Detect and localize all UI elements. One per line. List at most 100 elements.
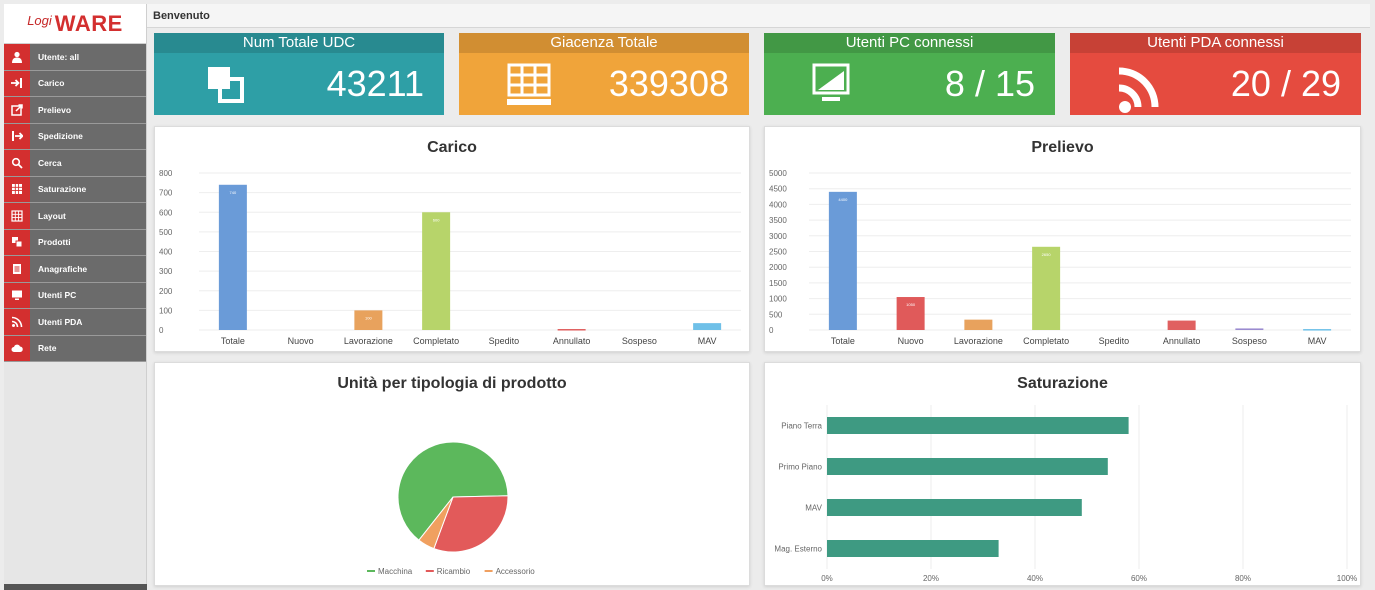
bar xyxy=(827,540,999,557)
sidebar-item-prodotti[interactable]: Prodotti xyxy=(4,229,146,256)
y-tick-label: 800 xyxy=(159,169,173,178)
y-tick-label: Mag. Esterno xyxy=(774,545,822,554)
bar xyxy=(964,319,993,330)
sidebar-item-cerca[interactable]: Cerca xyxy=(4,150,146,177)
sidebar-item-layout[interactable]: Layout xyxy=(4,203,146,230)
bar xyxy=(1303,329,1332,331)
x-tick-label: Completato xyxy=(413,336,459,346)
sidebar-item-label: Utenti PC xyxy=(30,282,146,308)
x-tick-label: 100% xyxy=(1337,574,1357,583)
sidebar-item-utenti-pc[interactable]: Utenti PC xyxy=(4,282,146,309)
x-tick-label: Sospeso xyxy=(622,336,657,346)
y-tick-label: 4000 xyxy=(769,200,787,209)
bar xyxy=(557,329,586,331)
y-tick-label: Primo Piano xyxy=(778,463,822,472)
x-tick-label: 60% xyxy=(1131,574,1147,583)
bar xyxy=(1235,328,1264,330)
sidebar-item-label: Anagrafiche xyxy=(30,256,146,282)
sidebar-item-label: Utenti PDA xyxy=(30,309,146,335)
x-tick-label: Spedito xyxy=(489,336,520,346)
sidebar-item-label: Rete xyxy=(30,335,146,361)
bar xyxy=(827,458,1108,475)
bar-data-label: 2650 xyxy=(1042,252,1052,257)
y-tick-label: 100 xyxy=(159,306,173,315)
sidebar-item-anagrafiche[interactable]: Anagrafiche xyxy=(4,256,146,283)
y-tick-label: 3000 xyxy=(769,232,787,241)
sidebar-item-utenti-pda[interactable]: Utenti PDA xyxy=(4,309,146,336)
legend-label: Macchina xyxy=(378,567,413,576)
bar xyxy=(828,191,857,330)
y-tick-label: MAV xyxy=(805,504,822,513)
card-utenti-pc: Utenti PC connessi 8 / 15 xyxy=(764,33,1055,115)
sidebar: Logi WARE Utente: all Carico Prelievo Sp… xyxy=(4,4,147,590)
chart-prelievo: 0 500 1000 1500 2000 2500 3000 3500 4000 4500 5000… xyxy=(769,169,1351,346)
x-tick-label: 80% xyxy=(1235,574,1251,583)
y-tick-label: 3500 xyxy=(769,216,787,225)
card-value: 339308 xyxy=(608,63,729,104)
search-icon xyxy=(4,150,30,176)
x-tick-label: Completato xyxy=(1023,336,1069,346)
sidebar-item-label: Prelievo xyxy=(30,97,146,123)
udc-squares-icon xyxy=(198,61,262,115)
logo-prefix: Logi xyxy=(27,13,52,28)
sign-in-icon xyxy=(4,70,30,96)
logo: Logi WARE xyxy=(4,4,146,44)
chart-saturazione-panel: Saturazione 0% 20% 40% 60% 80% 100% Piano Terr… xyxy=(764,362,1361,586)
y-tick-label: 500 xyxy=(769,310,783,319)
sidebar-item-label: Spedizione xyxy=(30,123,146,149)
sidebar-item-label: Prodotti xyxy=(30,229,146,255)
y-tick-label: 700 xyxy=(159,189,173,198)
x-tick-label: Annullato xyxy=(553,336,591,346)
app-window: Logi WARE Utente: all Carico Prelievo Sp… xyxy=(0,0,1375,590)
y-tick-label: 0 xyxy=(769,326,774,335)
y-tick-label: Piano Terra xyxy=(781,422,822,431)
header-bar: Benvenuto xyxy=(147,4,1370,28)
x-tick-label: 40% xyxy=(1027,574,1043,583)
sidebar-item-label: Utente: all xyxy=(30,44,146,70)
x-tick-label: Totale xyxy=(831,336,855,346)
y-tick-label: 1000 xyxy=(769,295,787,304)
chart-tipologia: Macchina Ricambio Accessorio xyxy=(367,441,535,576)
chart-carico-panel: Carico 0 100 200 300 400 500 600 700 800 740 Total… xyxy=(154,126,750,352)
sidebar-item-utente[interactable]: Utente: all xyxy=(4,44,146,71)
y-tick-label: 500 xyxy=(159,228,173,237)
layout-icon xyxy=(4,203,30,229)
x-tick-label: Lavorazione xyxy=(954,336,1003,346)
x-tick-label: Lavorazione xyxy=(344,336,393,346)
document-icon xyxy=(4,256,30,282)
sidebar-item-spedizione[interactable]: Spedizione xyxy=(4,123,146,150)
x-tick-label: Totale xyxy=(221,336,245,346)
y-tick-label: 1500 xyxy=(769,279,787,288)
y-tick-label: 0 xyxy=(159,326,164,335)
bar xyxy=(693,323,722,330)
logo-name: WARE xyxy=(54,10,123,36)
y-tick-label: 200 xyxy=(159,287,173,296)
x-tick-label: Annullato xyxy=(1163,336,1201,346)
sidebar-item-carico[interactable]: Carico xyxy=(4,70,146,97)
sidebar-item-saturazione[interactable]: Saturazione xyxy=(4,176,146,203)
y-tick-label: 5000 xyxy=(769,169,787,178)
bar xyxy=(1032,246,1061,330)
user-icon xyxy=(4,44,30,70)
chart-tipologia-panel: Unità per tipologia di prodotto Macchina… xyxy=(154,362,750,586)
bar xyxy=(218,184,247,330)
x-tick-label: Sospeso xyxy=(1232,336,1267,346)
sidebar-item-rete[interactable]: Rete xyxy=(4,335,146,362)
sidebar-item-prelievo[interactable]: Prelievo xyxy=(4,97,146,124)
bar-data-label: 4400 xyxy=(838,197,848,202)
y-tick-label: 4500 xyxy=(769,185,787,194)
rss-icon xyxy=(1114,61,1178,115)
chart-prelievo-panel: Prelievo 0 500 1000 1500 2000 2500 3000 3500 400… xyxy=(764,126,1361,352)
grid-icon xyxy=(4,176,30,202)
rss-icon xyxy=(4,309,30,335)
grid-icon xyxy=(503,61,567,115)
sidebar-menu: Utente: all Carico Prelievo Spedizione C… xyxy=(4,44,146,362)
boxes-icon xyxy=(4,229,30,255)
x-tick-label: Nuovo xyxy=(288,336,314,346)
bar xyxy=(1167,320,1196,330)
y-tick-label: 2000 xyxy=(769,263,787,272)
card-giacenza-totale: Giacenza Totale 339308 xyxy=(459,33,749,115)
sign-out-icon xyxy=(4,123,30,149)
y-tick-label: 400 xyxy=(159,248,173,257)
monitor-icon xyxy=(808,61,872,115)
